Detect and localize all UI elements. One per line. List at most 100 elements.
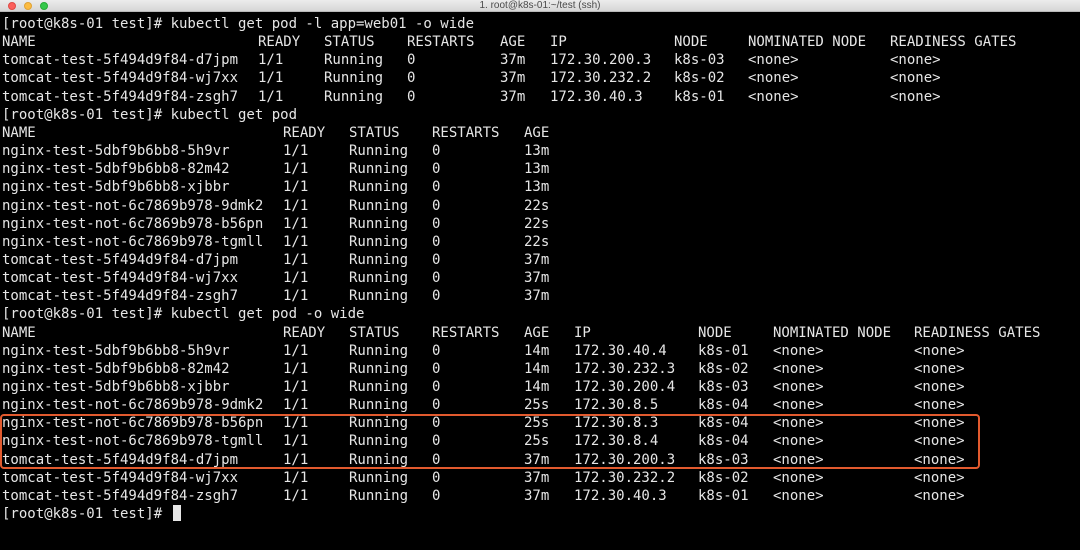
cell-nominated-node: <none> xyxy=(773,360,824,377)
cell-restarts: 0 xyxy=(432,397,441,414)
cell-node: k8s-03 xyxy=(698,379,749,395)
cell-ready: 1/1 xyxy=(283,233,309,250)
cell-age: AGE xyxy=(524,124,550,141)
cell-age: 22s xyxy=(524,233,550,250)
cell-name: tomcat-test-5f494d9f84-wj7xx xyxy=(2,469,239,486)
cell-status: Running xyxy=(349,379,409,395)
cell-nominated-node: <none> xyxy=(748,88,799,105)
cell-readiness-gates: <none> xyxy=(914,433,965,450)
cell-age: 37m xyxy=(524,270,550,287)
cell-status: Running xyxy=(324,70,384,87)
cell-ready: 1/1 xyxy=(283,270,309,287)
cell-restarts: 0 xyxy=(432,270,441,287)
cell-restarts: 0 xyxy=(432,379,441,395)
text-cursor[interactable] xyxy=(172,505,181,522)
cell-ready: 1/1 xyxy=(283,251,309,268)
cell-status: Running xyxy=(349,360,409,377)
cell-ip: IP xyxy=(574,324,591,341)
cell-name: nginx-test-5dbf9b6bb8-5h9vr xyxy=(2,342,230,359)
cell-ready: 1/1 xyxy=(283,179,309,196)
command-prompt: [root@k8s-01 test]# kubectl get pod xyxy=(2,106,298,123)
title-bar: 1. root@k8s-01:~/test (ssh) xyxy=(0,0,1080,12)
cell-readiness-gates: READINESS GATES xyxy=(890,34,1017,51)
cell-age: 37m xyxy=(524,451,550,468)
cell-node: k8s-01 xyxy=(698,342,749,359)
cell-restarts: 0 xyxy=(432,215,441,232)
cell-restarts: RESTARTS xyxy=(407,34,475,51)
cell-name: nginx-test-5dbf9b6bb8-5h9vr xyxy=(2,143,230,160)
cell-name: tomcat-test-5f494d9f84-d7jpm xyxy=(2,52,239,69)
cell-age: 22s xyxy=(524,197,550,214)
cell-node: k8s-02 xyxy=(698,360,749,377)
cell-name: tomcat-test-5f494d9f84-wj7xx xyxy=(2,70,239,87)
cell-status: STATUS xyxy=(349,324,400,341)
cell-age: 13m xyxy=(524,143,550,160)
cell-status: Running xyxy=(349,161,409,178)
cell-name: tomcat-test-5f494d9f84-zsgh7 xyxy=(2,288,239,305)
cell-age: 13m xyxy=(524,161,550,178)
cell-age: 37m xyxy=(500,70,526,87)
cell-restarts: 0 xyxy=(432,360,441,377)
cell-age: 25s xyxy=(524,397,550,414)
cell-status: Running xyxy=(349,342,409,359)
cell-name: NAME xyxy=(2,34,36,51)
cell-ip: 172.30.40.3 xyxy=(550,88,643,105)
cell-name: NAME xyxy=(2,124,36,141)
cell-ready: 1/1 xyxy=(283,360,309,377)
cell-restarts: 0 xyxy=(432,143,441,160)
cell-node: k8s-01 xyxy=(674,88,725,105)
cell-status: Running xyxy=(349,233,409,250)
cell-restarts: 0 xyxy=(432,288,441,305)
cell-restarts: 0 xyxy=(432,251,441,268)
cell-status: Running xyxy=(349,270,409,287)
cell-ip: 172.30.200.3 xyxy=(550,52,652,69)
cell-status: Running xyxy=(349,415,409,432)
cell-ready: READY xyxy=(283,324,326,341)
cell-name: tomcat-test-5f494d9f84-wj7xx xyxy=(2,270,239,287)
cell-status: Running xyxy=(324,88,384,105)
cell-age: 14m xyxy=(524,342,550,359)
cell-age: 14m xyxy=(524,360,550,377)
cell-age: 37m xyxy=(500,88,526,105)
cell-ip: 172.30.200.3 xyxy=(574,451,676,468)
cell-ready: 1/1 xyxy=(283,379,309,395)
cell-ready: 1/1 xyxy=(258,70,284,87)
cell-readiness-gates: <none> xyxy=(914,379,965,395)
cell-ready: 1/1 xyxy=(283,433,309,450)
cell-readiness-gates: <none> xyxy=(890,52,941,69)
cell-ready: 1/1 xyxy=(283,288,309,305)
cell-restarts: 0 xyxy=(432,342,441,359)
cell-status: Running xyxy=(349,215,409,232)
cell-ready: READY xyxy=(283,124,326,141)
cell-node: k8s-02 xyxy=(698,469,749,486)
cell-node: NODE xyxy=(674,34,708,51)
terminal-output[interactable]: [root@k8s-01 test]# kubectl get pod -l a… xyxy=(0,15,1080,550)
cell-restarts: 0 xyxy=(407,88,416,105)
cell-ip: 172.30.8.4 xyxy=(574,433,659,450)
cell-readiness-gates: <none> xyxy=(914,469,965,486)
cell-ip: 172.30.232.2 xyxy=(550,70,652,87)
cell-name: tomcat-test-5f494d9f84-zsgh7 xyxy=(2,487,239,504)
cell-readiness-gates: <none> xyxy=(914,487,965,504)
cell-status: STATUS xyxy=(324,34,375,51)
cell-ready: 1/1 xyxy=(283,487,309,504)
cell-restarts: 0 xyxy=(432,487,441,504)
cell-restarts: 0 xyxy=(432,415,441,432)
cell-node: k8s-04 xyxy=(698,415,749,432)
cell-nominated-node: <none> xyxy=(773,487,824,504)
cell-name: tomcat-test-5f494d9f84-d7jpm xyxy=(2,451,239,468)
cell-status: STATUS xyxy=(349,124,400,141)
cell-node: k8s-02 xyxy=(674,70,725,87)
cell-restarts: 0 xyxy=(432,233,441,250)
cell-age: 14m xyxy=(524,379,550,395)
cell-ip: 172.30.200.4 xyxy=(574,379,676,395)
cell-node: k8s-03 xyxy=(674,52,725,69)
cell-status: Running xyxy=(349,433,409,450)
cell-status: Running xyxy=(349,397,409,414)
cell-nominated-node: <none> xyxy=(773,397,824,414)
cell-ready: 1/1 xyxy=(258,88,284,105)
cell-name: nginx-test-not-6c7869b978-b56pn xyxy=(2,415,264,432)
cell-ready: 1/1 xyxy=(283,143,309,160)
cell-readiness-gates: <none> xyxy=(890,88,941,105)
cell-status: Running xyxy=(349,487,409,504)
